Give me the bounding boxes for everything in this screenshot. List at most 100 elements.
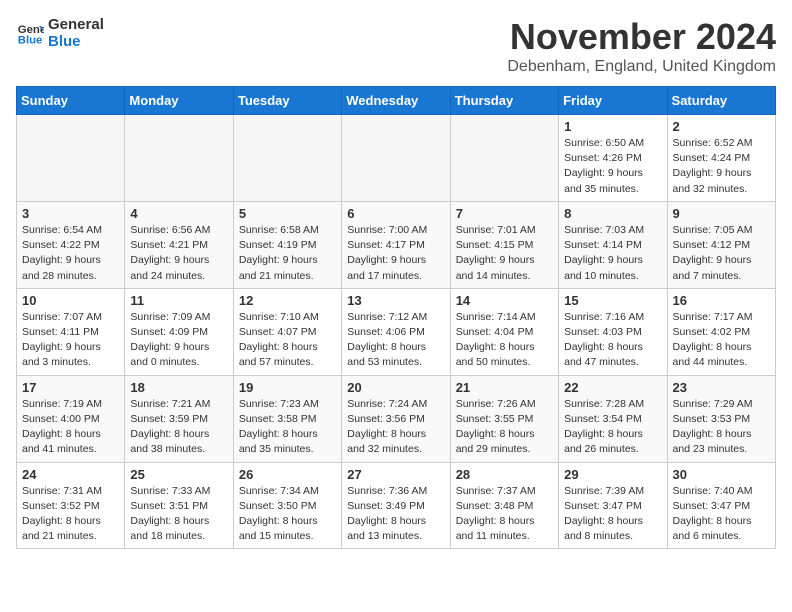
calendar-cell: 22Sunrise: 7:28 AM Sunset: 3:54 PM Dayli… xyxy=(559,375,667,462)
day-number: 5 xyxy=(239,206,336,221)
calendar-cell: 3Sunrise: 6:54 AM Sunset: 4:22 PM Daylig… xyxy=(17,201,125,288)
day-number: 28 xyxy=(456,467,553,482)
day-number: 15 xyxy=(564,293,661,308)
calendar-cell xyxy=(233,115,341,202)
day-info: Sunrise: 7:10 AM Sunset: 4:07 PM Dayligh… xyxy=(239,310,336,371)
day-number: 11 xyxy=(130,293,227,308)
day-info: Sunrise: 7:05 AM Sunset: 4:12 PM Dayligh… xyxy=(673,223,770,284)
calendar-cell: 10 Sunrise: 7:07 AM Sunset: 4:11 PM Dayli… xyxy=(17,288,125,375)
day-number: 27 xyxy=(347,467,444,482)
calendar-cell: 11 Sunrise: 7:09 AM Sunset: 4:09 PM Dayli… xyxy=(125,288,233,375)
day-number: 9 xyxy=(673,206,770,221)
day-info: Sunrise: 7:12 AM Sunset: 4:06 PM Dayligh… xyxy=(347,310,444,371)
day-info: Sunrise: 7:39 AM Sunset: 3:47 PM Dayligh… xyxy=(564,484,661,545)
day-info: Sunrise: 7:36 AM Sunset: 3:49 PM Dayligh… xyxy=(347,484,444,545)
day-number: 7 xyxy=(456,206,553,221)
calendar-cell: 28 Sunrise: 7:37 AM Sunset: 3:48 PM Dayli… xyxy=(450,462,558,549)
calendar-cell: 16 Sunrise: 7:17 AM Sunset: 4:02 PM Dayli… xyxy=(667,288,775,375)
calendar-cell: 15 Sunrise: 7:16 AM Sunset: 4:03 PM Dayli… xyxy=(559,288,667,375)
calendar-cell: 9 Sunrise: 7:05 AM Sunset: 4:12 PM Daylig… xyxy=(667,201,775,288)
day-number: 25 xyxy=(130,467,227,482)
calendar-cell: 4 Sunrise: 6:56 AM Sunset: 4:21 PM Daylig… xyxy=(125,201,233,288)
day-number: 30 xyxy=(673,467,770,482)
day-number: 21 xyxy=(456,380,553,395)
logo-text-line2: Blue xyxy=(48,33,104,50)
day-info: Sunrise: 7:03 AM Sunset: 4:14 PM Dayligh… xyxy=(564,223,661,284)
calendar-cell: 12 Sunrise: 7:10 AM Sunset: 4:07 PM Dayli… xyxy=(233,288,341,375)
day-number: 24 xyxy=(22,467,119,482)
calendar-cell: 24Sunrise: 7:31 AM Sunset: 3:52 PM Dayli… xyxy=(17,462,125,549)
calendar-cell: 18 Sunrise: 7:21 AM Sunset: 3:59 PM Dayli… xyxy=(125,375,233,462)
day-number: 20 xyxy=(347,380,444,395)
logo-icon: General Blue xyxy=(16,19,44,47)
day-number: 12 xyxy=(239,293,336,308)
page-header: General Blue General Blue November 2024 … xyxy=(16,16,776,76)
calendar-row: 17 Sunrise: 7:19 AM Sunset: 4:00 PM Dayli… xyxy=(17,375,776,462)
day-info: Sunrise: 6:58 AM Sunset: 4:19 PM Dayligh… xyxy=(239,223,336,284)
day-info: Sunrise: 6:50 AM Sunset: 4:26 PM Dayligh… xyxy=(564,136,661,197)
header-saturday: Saturday xyxy=(667,87,775,115)
day-info: Sunrise: 7:14 AM Sunset: 4:04 PM Dayligh… xyxy=(456,310,553,371)
day-number: 17 xyxy=(22,380,119,395)
day-number: 16 xyxy=(673,293,770,308)
logo-text-line1: General xyxy=(48,16,104,33)
title-block: November 2024 Debenham, England, United … xyxy=(507,16,776,76)
day-info: Sunrise: 6:52 AM Sunset: 4:24 PM Dayligh… xyxy=(673,136,770,197)
day-info: Sunrise: 7:23 AM Sunset: 3:58 PM Dayligh… xyxy=(239,397,336,458)
header-wednesday: Wednesday xyxy=(342,87,450,115)
day-info: Sunrise: 7:07 AM Sunset: 4:11 PM Dayligh… xyxy=(22,310,119,371)
calendar-cell xyxy=(450,115,558,202)
day-info: Sunrise: 7:40 AM Sunset: 3:47 PM Dayligh… xyxy=(673,484,770,545)
location-subtitle: Debenham, England, United Kingdom xyxy=(507,58,776,76)
day-number: 13 xyxy=(347,293,444,308)
day-info: Sunrise: 7:19 AM Sunset: 4:00 PM Dayligh… xyxy=(22,397,119,458)
calendar-cell xyxy=(17,115,125,202)
header-monday: Monday xyxy=(125,87,233,115)
calendar-cell xyxy=(125,115,233,202)
day-number: 2 xyxy=(673,119,770,134)
calendar-cell: 8 Sunrise: 7:03 AM Sunset: 4:14 PM Daylig… xyxy=(559,201,667,288)
calendar-cell: 26 Sunrise: 7:34 AM Sunset: 3:50 PM Dayli… xyxy=(233,462,341,549)
day-number: 26 xyxy=(239,467,336,482)
calendar-cell: 27 Sunrise: 7:36 AM Sunset: 3:49 PM Dayli… xyxy=(342,462,450,549)
calendar-row: 1 Sunrise: 6:50 AM Sunset: 4:26 PM Daylig… xyxy=(17,115,776,202)
day-info: Sunrise: 7:28 AM Sunset: 3:54 PM Dayligh… xyxy=(564,397,661,458)
day-number: 10 xyxy=(22,293,119,308)
day-number: 14 xyxy=(456,293,553,308)
day-number: 4 xyxy=(130,206,227,221)
day-info: Sunrise: 7:34 AM Sunset: 3:50 PM Dayligh… xyxy=(239,484,336,545)
calendar-cell: 20 Sunrise: 7:24 AM Sunset: 3:56 PM Dayli… xyxy=(342,375,450,462)
calendar-cell: 17 Sunrise: 7:19 AM Sunset: 4:00 PM Dayli… xyxy=(17,375,125,462)
day-info: Sunrise: 7:37 AM Sunset: 3:48 PM Dayligh… xyxy=(456,484,553,545)
day-info: Sunrise: 7:26 AM Sunset: 3:55 PM Dayligh… xyxy=(456,397,553,458)
svg-text:Blue: Blue xyxy=(18,35,43,47)
day-number: 18 xyxy=(130,380,227,395)
day-number: 6 xyxy=(347,206,444,221)
calendar-cell: 19 Sunrise: 7:23 AM Sunset: 3:58 PM Dayli… xyxy=(233,375,341,462)
day-info: Sunrise: 7:29 AM Sunset: 3:53 PM Dayligh… xyxy=(673,397,770,458)
day-info: Sunrise: 7:09 AM Sunset: 4:09 PM Dayligh… xyxy=(130,310,227,371)
logo: General Blue General Blue xyxy=(16,16,104,50)
day-info: Sunrise: 7:24 AM Sunset: 3:56 PM Dayligh… xyxy=(347,397,444,458)
calendar-header-row: SundayMondayTuesdayWednesdayThursdayFrid… xyxy=(17,87,776,115)
calendar-cell: 5 Sunrise: 6:58 AM Sunset: 4:19 PM Daylig… xyxy=(233,201,341,288)
day-number: 29 xyxy=(564,467,661,482)
calendar-cell xyxy=(342,115,450,202)
month-title: November 2024 xyxy=(507,16,776,58)
header-friday: Friday xyxy=(559,87,667,115)
calendar-cell: 29 Sunrise: 7:39 AM Sunset: 3:47 PM Dayli… xyxy=(559,462,667,549)
day-info: Sunrise: 7:16 AM Sunset: 4:03 PM Dayligh… xyxy=(564,310,661,371)
calendar-cell: 6Sunrise: 7:00 AM Sunset: 4:17 PM Daylig… xyxy=(342,201,450,288)
day-info: Sunrise: 7:17 AM Sunset: 4:02 PM Dayligh… xyxy=(673,310,770,371)
day-number: 3 xyxy=(22,206,119,221)
day-number: 8 xyxy=(564,206,661,221)
day-number: 23 xyxy=(673,380,770,395)
calendar-table: SundayMondayTuesdayWednesdayThursdayFrid… xyxy=(16,86,776,549)
calendar-cell: 2 Sunrise: 6:52 AM Sunset: 4:24 PM Daylig… xyxy=(667,115,775,202)
day-number: 19 xyxy=(239,380,336,395)
day-info: Sunrise: 6:56 AM Sunset: 4:21 PM Dayligh… xyxy=(130,223,227,284)
day-info: Sunrise: 7:01 AM Sunset: 4:15 PM Dayligh… xyxy=(456,223,553,284)
header-sunday: Sunday xyxy=(17,87,125,115)
day-info: Sunrise: 7:21 AM Sunset: 3:59 PM Dayligh… xyxy=(130,397,227,458)
day-number: 1 xyxy=(564,119,661,134)
